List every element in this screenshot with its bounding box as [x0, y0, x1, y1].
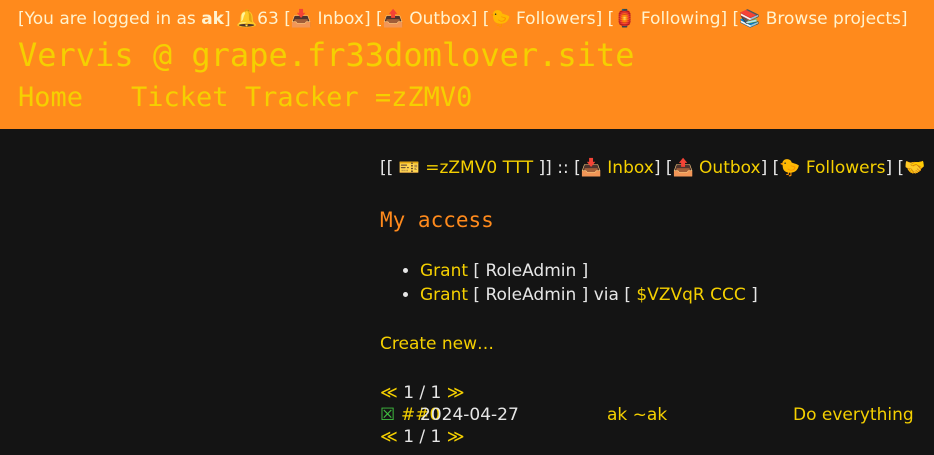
- main-content: [[ 🎫 =zZMV0 TTT ]] :: [📥 Inbox] [📤 Outbo…: [380, 129, 934, 455]
- ticket-tracker-link[interactable]: Ticket Tracker =zZMV0: [131, 82, 472, 113]
- tracker-collaborators-link[interactable]: 🤝: [904, 158, 925, 178]
- grant-link[interactable]: Grant: [420, 285, 468, 305]
- site-header: [You are logged in as ak] 🔔63 [📥 Inbox] …: [0, 0, 934, 129]
- prev-page-link[interactable]: ≪: [380, 383, 398, 403]
- tracker-link[interactable]: 🎫 =zZMV0 TTT: [399, 158, 533, 178]
- next-page-link[interactable]: ≫: [447, 383, 465, 403]
- logged-in-prefix: [You are logged in as: [18, 9, 202, 29]
- closed-checkbox-icon: ☒: [380, 405, 396, 425]
- outbox-link[interactable]: 📤 Outbox: [383, 9, 471, 29]
- next-page-link[interactable]: ≫: [447, 427, 465, 447]
- notifications-link[interactable]: 🔔63: [236, 9, 279, 29]
- ticket-row: ☒ ##0 2024-04-27 ak ~ak Do everything: [380, 405, 934, 427]
- role-text: [ RoleAdmin ] via [: [468, 285, 637, 305]
- ticket-title-link[interactable]: Do everything: [793, 405, 914, 425]
- site-title: Vervis @ grape.fr33domlover.site: [18, 36, 635, 74]
- username: ak: [201, 9, 224, 29]
- pager-top: ≪ 1 / 1 ≫: [380, 383, 465, 403]
- browse-projects-link[interactable]: 📚 Browse projects: [739, 9, 901, 29]
- user-status-bar: [You are logged in as ak] 🔔63 [📥 Inbox] …: [18, 9, 908, 29]
- access-list: Grant [ RoleAdmin ] Grant [ RoleAdmin ] …: [380, 259, 758, 307]
- inbox-link[interactable]: 📥 Inbox: [291, 9, 364, 29]
- create-new-link[interactable]: Create new…: [380, 334, 494, 354]
- page-indicator: 1 / 1: [397, 383, 447, 403]
- tracker-followers-link[interactable]: 🐤 Followers: [779, 158, 885, 178]
- via-project-link[interactable]: $VZVqR CCC: [636, 285, 745, 305]
- pager-bottom: ≪ 1 / 1 ≫: [380, 427, 465, 447]
- role-text: [ RoleAdmin ]: [468, 261, 589, 281]
- followers-link[interactable]: 🐤 Followers: [489, 9, 595, 29]
- following-link[interactable]: 🏮 Following: [614, 9, 720, 29]
- tracker-inbox-link[interactable]: 📥 Inbox: [581, 158, 654, 178]
- tracker-outbox-link[interactable]: 📤 Outbox: [672, 158, 760, 178]
- my-access-heading: My access: [380, 208, 494, 232]
- ticket-author-link[interactable]: ak ~ak: [607, 405, 667, 425]
- access-item: Grant [ RoleAdmin ]: [420, 259, 758, 283]
- breadcrumb: [[ 🎫 =zZMV0 TTT ]] :: [📥 Inbox] [📤 Outbo…: [380, 158, 926, 178]
- ticket-date: 2024-04-27: [420, 405, 519, 425]
- prev-page-link[interactable]: ≪: [380, 427, 398, 447]
- page-indicator: 1 / 1: [397, 427, 447, 447]
- access-item: Grant [ RoleAdmin ] via [ $VZVqR CCC ]: [420, 283, 758, 307]
- home-link[interactable]: Home: [18, 82, 83, 113]
- grant-link[interactable]: Grant: [420, 261, 468, 281]
- main-nav: Home Ticket Tracker =zZMV0: [18, 82, 472, 113]
